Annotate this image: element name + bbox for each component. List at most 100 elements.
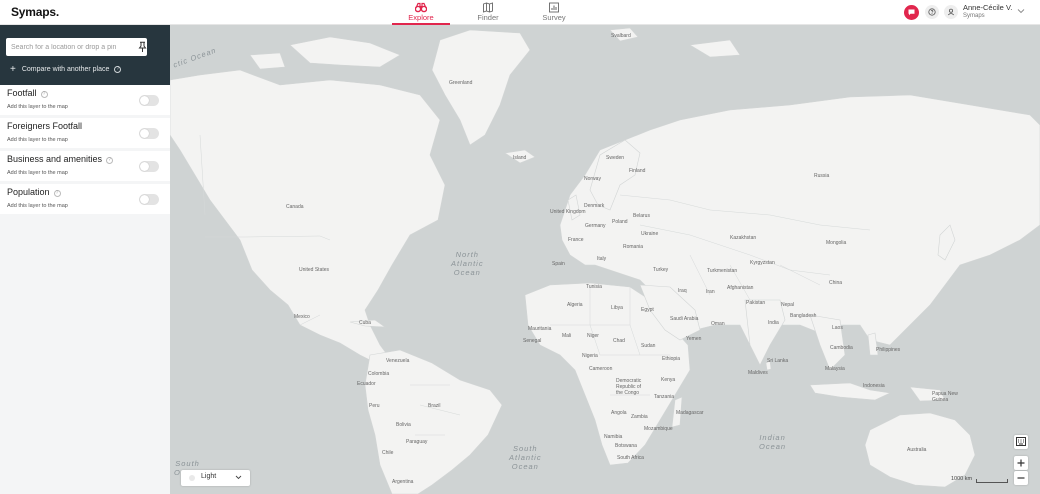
map-label: Australia [907,447,927,453]
map-label: Laos [832,325,843,331]
map-label: Kyrgyzstan [750,260,775,266]
map-label: Pakistan [746,300,766,306]
map-label: Paraguay [406,439,428,445]
map-label: Nepal [781,302,795,308]
sidebar: + Compare with another place ? Footfall?… [0,25,170,494]
compare-place-button[interactable]: + Compare with another place ? [10,64,122,75]
map-label: Mongolia [826,240,847,246]
map-label: Papua New Guinea [932,391,958,403]
map-label: Maldives [748,370,768,376]
help-icon[interactable]: ? [106,157,114,164]
search-box[interactable] [6,38,147,56]
map-label: Greenland [449,80,473,86]
map-label: Venezuela [386,358,410,364]
map-label: Poland [612,219,628,225]
map-label: Senegal [523,338,542,344]
layer-toggle[interactable] [139,194,159,205]
layer-title: Foreigners Footfall [7,121,83,131]
chat-button[interactable] [904,5,919,20]
sidebar-header: + Compare with another place ? [0,25,170,85]
map-label: Cameroon [589,366,613,372]
map-label: Iran [706,289,715,295]
user-avatar[interactable] [944,5,958,19]
tab-survey-label: Survey [542,13,566,22]
map-label: Sudan [641,343,656,349]
user-org: Symaps [963,13,985,19]
layer-subtitle: Add this layer to the map [7,203,68,209]
map-label: Algeria [567,302,583,308]
map-label: Ethiopia [662,356,681,362]
map-label: Botswana [615,443,637,449]
help-button[interactable] [925,5,939,19]
map-label: Tanzania [654,394,675,400]
help-icon[interactable]: ? [53,190,61,197]
map-label: Zambia [631,414,648,420]
map-label: Nigeria [582,353,598,359]
layer-toggle[interactable] [139,128,159,139]
map-label: Russia [814,173,830,179]
map-label: Peru [369,403,380,409]
layer-subtitle: Add this layer to the map [7,104,68,110]
layer-subtitle: Add this layer to the map [7,137,68,143]
map-label: Canada [286,204,304,210]
tab-finder[interactable]: Finder [459,0,517,25]
map-label: Niger [587,333,599,339]
compare-label: Compare with another place [21,66,110,73]
world-map[interactable]: ctic Ocean North Atlantic Ocean South Atlan… [170,25,1040,494]
tab-explore[interactable]: Explore [392,0,450,25]
map-label: Cuba [359,320,371,326]
map-label: Iraq [678,288,687,294]
map-label: Mexico [294,314,310,320]
map-label: Mali [562,333,572,339]
layer-population: Population? Add this layer to the map [0,184,170,214]
map-label: South Africa [617,455,644,461]
plus-icon [1017,459,1025,467]
map-label: Romania [623,244,644,250]
keyboard-shortcuts-button[interactable] [1014,435,1028,449]
layer-toggle[interactable] [139,95,159,106]
map-label: Chad [613,338,625,344]
zoom-in-button[interactable] [1014,456,1028,470]
help-icon[interactable]: ? [114,66,122,73]
map-label: Malaysia [825,366,845,372]
map-label: Brazil [428,403,441,409]
help-icon[interactable]: ? [40,91,48,98]
map-label-north-atlantic: North Atlantic Ocean [451,250,484,277]
map-label: Norway [584,176,601,182]
map-label: Spain [552,261,565,267]
map-label: United Kingdom [550,209,586,215]
tab-survey[interactable]: Survey [525,0,583,25]
map-label: Angola [611,410,627,416]
layer-toggle[interactable] [139,161,159,172]
map-label: Democratic Republic of the Congo [616,378,642,396]
map-label: Svalbard [611,33,631,39]
map-label: India [768,320,779,326]
map-label: Kenya [661,377,676,383]
map-label: Mozambique [644,426,673,432]
map-label: Sri Lanka [767,358,789,364]
chevron-down-icon[interactable] [1017,8,1025,14]
map-label: Chile [382,450,394,456]
map-label: Cambodia [830,345,853,351]
search-input[interactable] [11,41,129,53]
user-icon [947,8,955,16]
basemap-value: Light [201,473,217,480]
map-scale-label: 1000 km [951,476,973,482]
map-label: Sweden [606,155,625,161]
map-label: Argentina [392,479,414,485]
map-label: France [568,237,584,243]
basemap-select[interactable]: Light [181,470,250,486]
plus-icon: + [10,64,16,75]
map-label: Turkey [653,267,669,273]
map-label: Philippines [876,347,901,353]
pin-icon[interactable] [137,41,148,53]
chart-icon [549,2,559,13]
layer-business-amenities: Business and amenities? Add this layer t… [0,151,170,181]
zoom-out-button[interactable] [1014,471,1028,485]
map-label-indian-ocean: Indian Ocean [759,433,787,451]
app-logo[interactable]: Symaps. [11,5,59,19]
map-label: Yemen [686,336,702,342]
question-icon [928,8,936,16]
map-label: Libya [611,305,623,311]
user-name[interactable]: Anne-Cécile V. [963,3,1012,12]
